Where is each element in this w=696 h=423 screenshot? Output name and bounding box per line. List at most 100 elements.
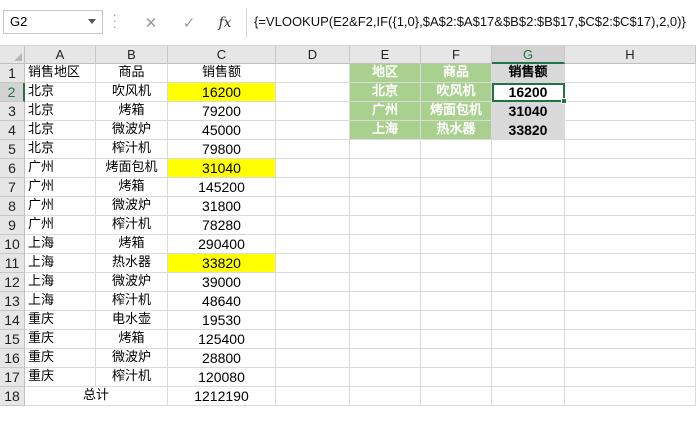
row-header-4[interactable]: 4 (0, 121, 25, 140)
lookup-sales-cell[interactable]: 33820 (492, 121, 565, 140)
row-header-7[interactable]: 7 (0, 178, 25, 197)
grid-cell[interactable] (421, 273, 492, 292)
grid-cell[interactable] (492, 159, 565, 178)
grid-cell[interactable] (421, 254, 492, 273)
product-cell[interactable]: 烤面包机 (96, 159, 168, 178)
sales-cell[interactable]: 16200 (168, 83, 276, 102)
row-header-2[interactable]: 2 (0, 83, 25, 102)
row-header-5[interactable]: 5 (0, 140, 25, 159)
region-cell[interactable]: 北京 (25, 121, 96, 140)
fill-handle[interactable] (561, 98, 567, 104)
lookup-product-cell[interactable]: 烤面包机 (421, 102, 492, 121)
grid-cell[interactable] (421, 140, 492, 159)
grid-cell[interactable] (350, 235, 421, 254)
grid-cell[interactable] (565, 292, 696, 311)
grid-cell[interactable] (565, 349, 696, 368)
active-cell-g2[interactable]: 16200 (492, 83, 565, 102)
name-box[interactable]: G2 (3, 10, 103, 34)
product-cell[interactable]: 热水器 (96, 254, 168, 273)
function-icon[interactable]: fx (213, 12, 237, 34)
grid-cell[interactable] (350, 254, 421, 273)
header-region[interactable]: 销售地区 (25, 64, 96, 83)
grid-cell[interactable] (276, 254, 350, 273)
sales-cell[interactable]: 28800 (168, 349, 276, 368)
sales-cell[interactable]: 19530 (168, 311, 276, 330)
column-header-c[interactable]: C (168, 46, 276, 64)
grid-cell[interactable] (276, 330, 350, 349)
grid-cell[interactable] (565, 102, 696, 121)
sales-cell[interactable]: 290400 (168, 235, 276, 254)
select-all-corner[interactable] (0, 46, 25, 64)
region-cell[interactable]: 广州 (25, 178, 96, 197)
region-cell[interactable]: 广州 (25, 159, 96, 178)
grid-cell[interactable] (565, 64, 696, 83)
product-cell[interactable]: 吹风机 (96, 83, 168, 102)
sales-cell[interactable]: 125400 (168, 330, 276, 349)
column-header-e[interactable]: E (350, 46, 421, 64)
drag-handle-icon[interactable]: · · · (113, 10, 117, 33)
grid-cell[interactable] (350, 178, 421, 197)
grid-cell[interactable] (350, 197, 421, 216)
grid-cell[interactable] (492, 292, 565, 311)
sales-cell[interactable]: 48640 (168, 292, 276, 311)
lookup-header-sales[interactable]: 销售额 (492, 64, 565, 83)
row-header-13[interactable]: 13 (0, 292, 25, 311)
grid-cell[interactable] (276, 64, 350, 83)
grid-cell[interactable] (276, 102, 350, 121)
product-cell[interactable]: 烤箱 (96, 330, 168, 349)
row-header-1[interactable]: 1 (0, 64, 25, 83)
column-header-g[interactable]: G (492, 46, 565, 64)
column-header-f[interactable]: F (421, 46, 492, 64)
grid-cell[interactable] (421, 235, 492, 254)
sales-cell[interactable]: 33820 (168, 254, 276, 273)
grid-cell[interactable] (350, 140, 421, 159)
grid-cell[interactable] (276, 140, 350, 159)
lookup-region-cell[interactable]: 上海 (350, 121, 421, 140)
grid-cell[interactable] (492, 387, 565, 406)
grid-cell[interactable] (421, 292, 492, 311)
region-cell[interactable]: 广州 (25, 197, 96, 216)
lookup-sales-cell[interactable]: 31040 (492, 102, 565, 121)
grid-cell[interactable] (276, 273, 350, 292)
product-cell[interactable]: 微波炉 (96, 121, 168, 140)
product-cell[interactable]: 微波炉 (96, 349, 168, 368)
grid-cell[interactable] (565, 330, 696, 349)
grid-cell[interactable] (565, 368, 696, 387)
column-header-b[interactable]: B (96, 46, 168, 64)
product-cell[interactable]: 榨汁机 (96, 292, 168, 311)
region-cell[interactable]: 重庆 (25, 368, 96, 387)
region-cell[interactable]: 上海 (25, 273, 96, 292)
row-header-12[interactable]: 12 (0, 273, 25, 292)
lookup-product-cell[interactable]: 热水器 (421, 121, 492, 140)
grid-cell[interactable] (350, 311, 421, 330)
lookup-region-cell[interactable]: 广州 (350, 102, 421, 121)
row-header-3[interactable]: 3 (0, 102, 25, 121)
grid-cell[interactable] (492, 273, 565, 292)
product-cell[interactable]: 榨汁机 (96, 140, 168, 159)
region-cell[interactable]: 重庆 (25, 349, 96, 368)
grid-cell[interactable] (350, 273, 421, 292)
row-header-9[interactable]: 9 (0, 216, 25, 235)
enter-icon[interactable]: ✓ (177, 12, 201, 34)
row-header-15[interactable]: 15 (0, 330, 25, 349)
product-cell[interactable]: 烤箱 (96, 178, 168, 197)
grid-cell[interactable] (276, 216, 350, 235)
grid-cell[interactable] (350, 387, 421, 406)
sales-cell[interactable]: 31800 (168, 197, 276, 216)
sales-cell[interactable]: 31040 (168, 159, 276, 178)
lookup-header-region[interactable]: 地区 (350, 64, 421, 83)
grid-cell[interactable] (276, 349, 350, 368)
row-header-17[interactable]: 17 (0, 368, 25, 387)
sales-cell[interactable]: 45000 (168, 121, 276, 140)
total-value[interactable]: 1212190 (168, 387, 276, 406)
lookup-product-cell[interactable]: 吹风机 (421, 83, 492, 102)
region-cell[interactable]: 上海 (25, 292, 96, 311)
region-cell[interactable]: 上海 (25, 254, 96, 273)
total-label[interactable]: 总计 (25, 387, 168, 406)
grid-cell[interactable] (421, 178, 492, 197)
region-cell[interactable]: 北京 (25, 83, 96, 102)
row-header-8[interactable]: 8 (0, 197, 25, 216)
grid-cell[interactable] (276, 83, 350, 102)
sales-cell[interactable]: 145200 (168, 178, 276, 197)
region-cell[interactable]: 上海 (25, 235, 96, 254)
